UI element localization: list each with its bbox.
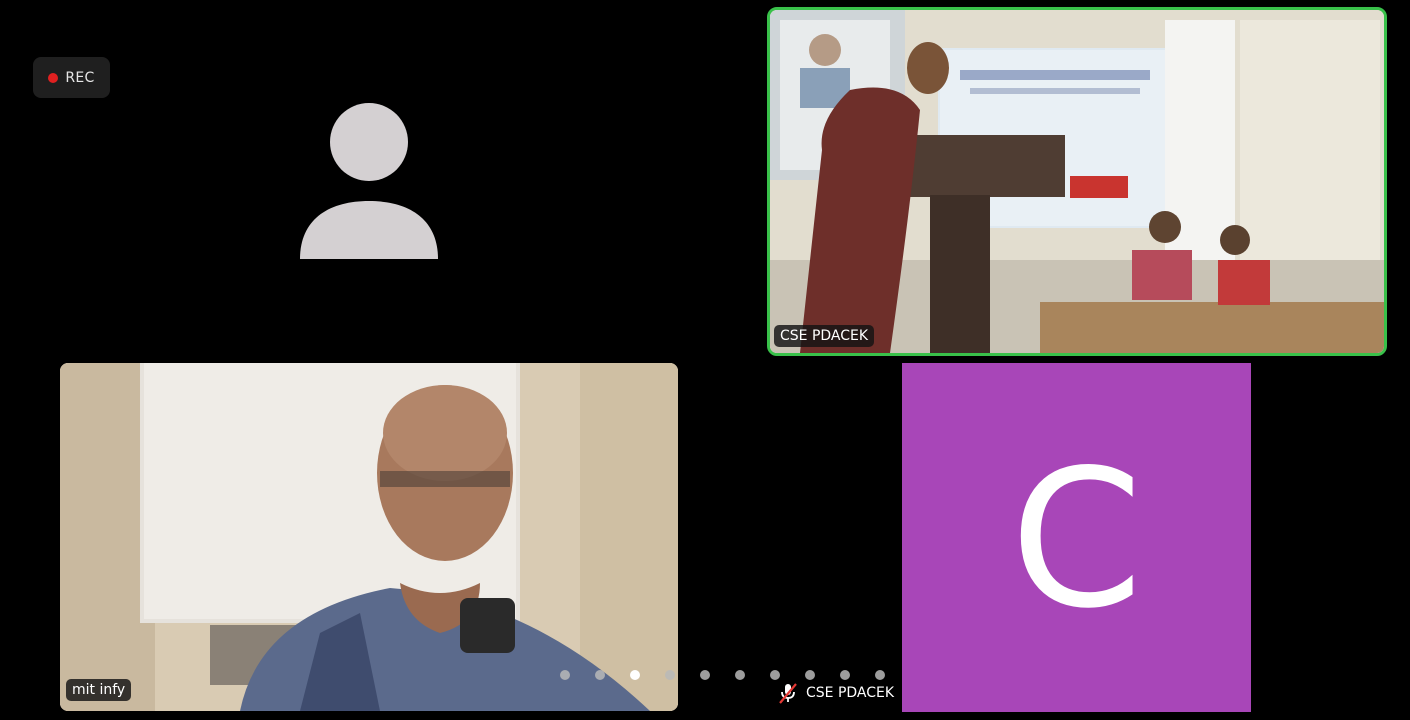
- participant-name: CSE PDACEK: [806, 685, 895, 701]
- microphone-muted-icon: [779, 683, 797, 704]
- page-dot[interactable]: [735, 670, 745, 680]
- record-dot-icon: [48, 72, 59, 83]
- video-tile-initial-avatar[interactable]: C: [902, 363, 1251, 712]
- page-dot[interactable]: [770, 670, 780, 680]
- page-indicator: [560, 670, 910, 684]
- participant-avatar-placeholder[interactable]: [299, 101, 439, 261]
- page-dot[interactable]: [805, 670, 815, 680]
- participant-name-tag: CSE PDACEK: [774, 325, 875, 347]
- page-dot[interactable]: [560, 670, 570, 680]
- page-dot[interactable]: [700, 670, 710, 680]
- video-tile-active-speaker[interactable]: [767, 7, 1387, 356]
- page-dot[interactable]: [840, 670, 850, 680]
- participant-video-feed: [60, 363, 678, 711]
- recording-label: REC: [65, 69, 95, 86]
- page-dot[interactable]: [595, 670, 605, 680]
- speaker-video-feed: [770, 10, 1384, 353]
- participant-name-tag: mit infy: [66, 679, 132, 701]
- video-tile-mit-infy[interactable]: [60, 363, 678, 711]
- page-dot-active[interactable]: [630, 670, 640, 680]
- page-dot[interactable]: [665, 670, 675, 680]
- person-icon: [300, 103, 438, 259]
- page-dot[interactable]: [875, 670, 885, 680]
- avatar-initial: C: [1010, 428, 1143, 650]
- recording-indicator: REC: [33, 57, 110, 98]
